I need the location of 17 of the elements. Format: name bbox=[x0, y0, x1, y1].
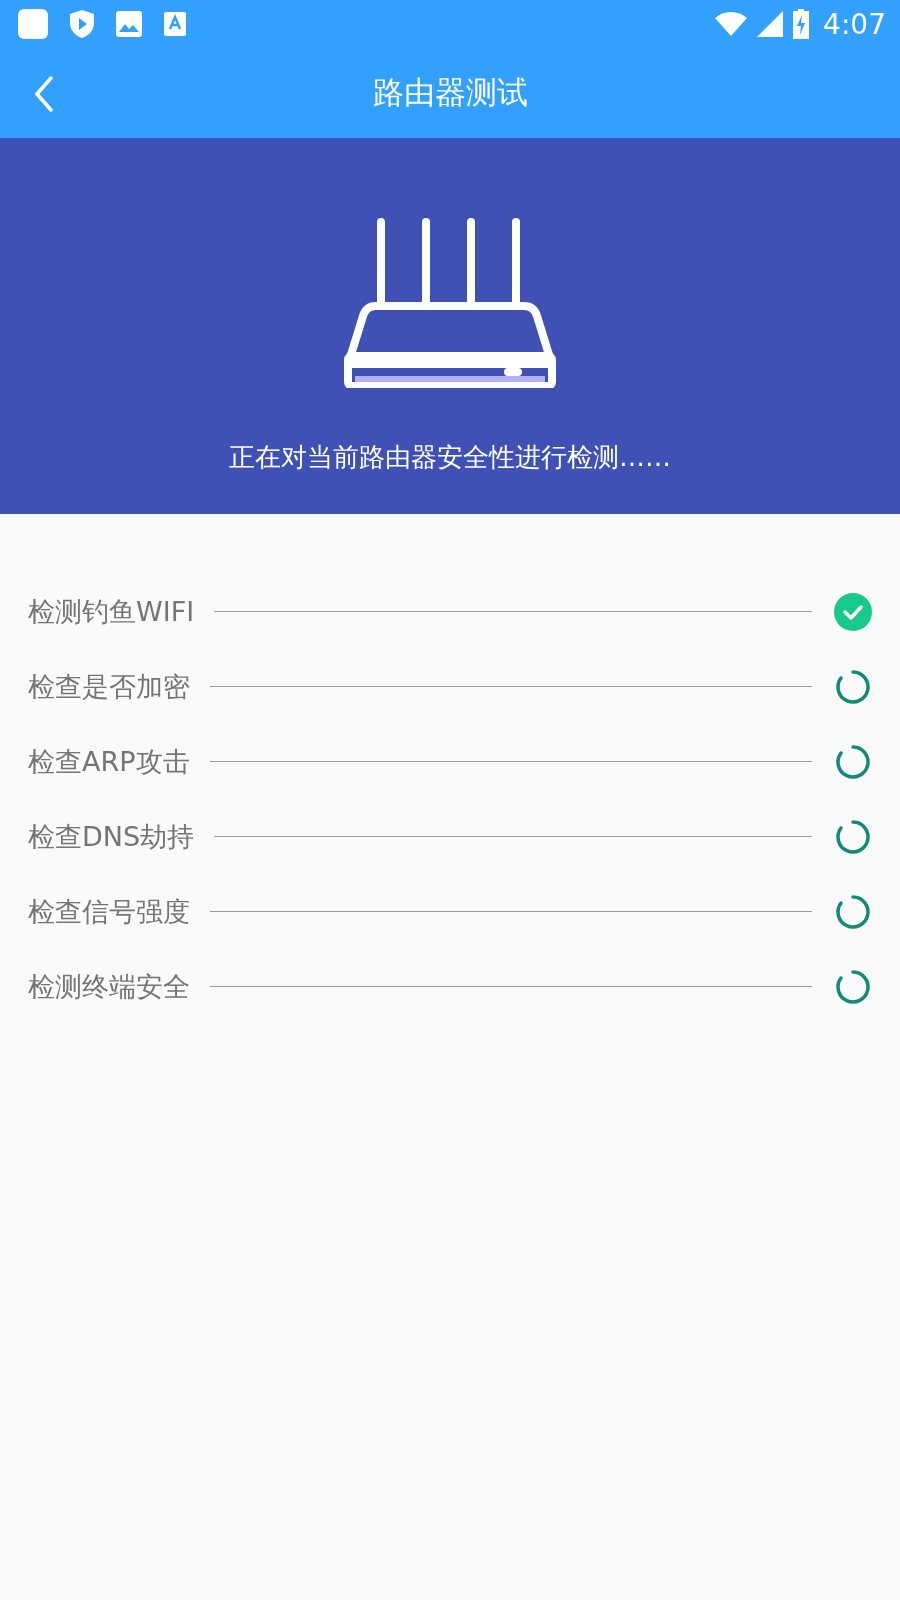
image-icon bbox=[116, 11, 142, 37]
check-label: 检测终端安全 bbox=[28, 969, 190, 1004]
battery-icon bbox=[793, 9, 810, 39]
wifi-icon bbox=[715, 12, 748, 36]
clock-time: 4:07 bbox=[823, 7, 886, 41]
check-label: 检测钓鱼WIFI bbox=[28, 594, 195, 629]
signal-icon bbox=[757, 11, 784, 37]
square-icon bbox=[18, 9, 48, 39]
check-label: 检查是否加密 bbox=[28, 669, 190, 704]
shield-icon bbox=[70, 10, 94, 38]
check-label: 检查信号强度 bbox=[28, 894, 190, 929]
check-label: 检查ARP攻击 bbox=[28, 744, 190, 779]
check-label: 检查DNS劫持 bbox=[28, 819, 195, 854]
router-icon bbox=[344, 218, 556, 388]
screen-title: 路由器测试 bbox=[372, 73, 528, 112]
scan-message: 正在对当前路由器安全性进行检测…… bbox=[229, 441, 671, 474]
app-icon bbox=[164, 12, 186, 36]
